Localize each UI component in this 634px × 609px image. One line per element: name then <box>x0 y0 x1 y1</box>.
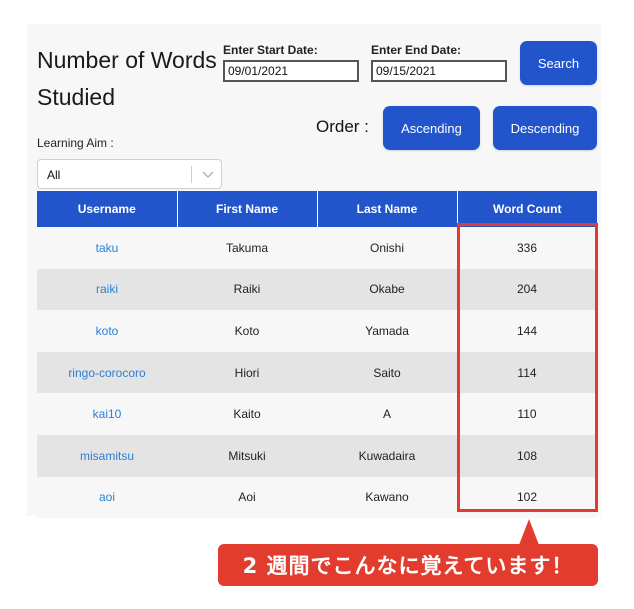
page-title: Number of Words Studied <box>37 47 217 110</box>
callout-banner: 2 週間でこんなに覚えています！ <box>218 544 598 586</box>
callout-pointer <box>519 519 539 545</box>
first-name-cell: Takuma <box>177 227 317 269</box>
search-button[interactable]: Search <box>520 41 597 85</box>
end-date-input[interactable]: 09/15/2021 <box>371 60 507 82</box>
learning-aim-value: All <box>47 168 61 182</box>
username-link[interactable]: aoi <box>37 476 177 519</box>
word-count-highlight <box>457 223 598 512</box>
last-name-cell: Kuwadaira <box>317 434 457 477</box>
chevron-down-icon <box>202 171 214 179</box>
last-name-cell: A <box>317 393 457 435</box>
start-date-group: Enter Start Date: 09/01/2021 <box>223 43 359 82</box>
username-link[interactable]: kai10 <box>37 393 177 435</box>
first-name-cell: Mitsuki <box>177 434 317 477</box>
first-name-cell: Raiki <box>177 268 317 311</box>
username-link[interactable]: ringo-corocoro <box>37 351 177 394</box>
ascending-button[interactable]: Ascending <box>383 106 480 150</box>
first-name-cell: Hiori <box>177 351 317 394</box>
last-name-cell: Okabe <box>317 268 457 311</box>
first-name-cell: Koto <box>177 310 317 352</box>
table-header-row: Username First Name Last Name Word Count <box>37 191 597 227</box>
select-divider <box>191 166 192 183</box>
start-date-label: Enter Start Date: <box>223 43 318 57</box>
last-name-cell: Onishi <box>317 227 457 269</box>
order-label: Order : <box>316 117 369 136</box>
username-link[interactable]: taku <box>37 227 177 269</box>
descending-button[interactable]: Descending <box>493 106 597 150</box>
username-link[interactable]: raiki <box>37 268 177 311</box>
last-name-cell: Kawano <box>317 476 457 519</box>
username-link[interactable]: misamitsu <box>37 434 177 477</box>
last-name-cell: Yamada <box>317 310 457 352</box>
first-name-cell: Kaito <box>177 393 317 435</box>
start-date-input[interactable]: 09/01/2021 <box>223 60 359 82</box>
last-name-cell: Saito <box>317 351 457 394</box>
header-last-name[interactable]: Last Name <box>317 191 458 227</box>
learning-aim-label: Learning Aim : <box>37 136 114 150</box>
username-link[interactable]: koto <box>37 310 177 352</box>
first-name-cell: Aoi <box>177 476 317 519</box>
end-date-group: Enter End Date: 09/15/2021 <box>371 43 507 82</box>
end-date-label: Enter End Date: <box>371 43 462 57</box>
learning-aim-select[interactable]: All <box>37 159 222 189</box>
header-username[interactable]: Username <box>37 191 178 227</box>
header-first-name[interactable]: First Name <box>177 191 318 227</box>
header-word-count[interactable]: Word Count <box>457 191 597 227</box>
